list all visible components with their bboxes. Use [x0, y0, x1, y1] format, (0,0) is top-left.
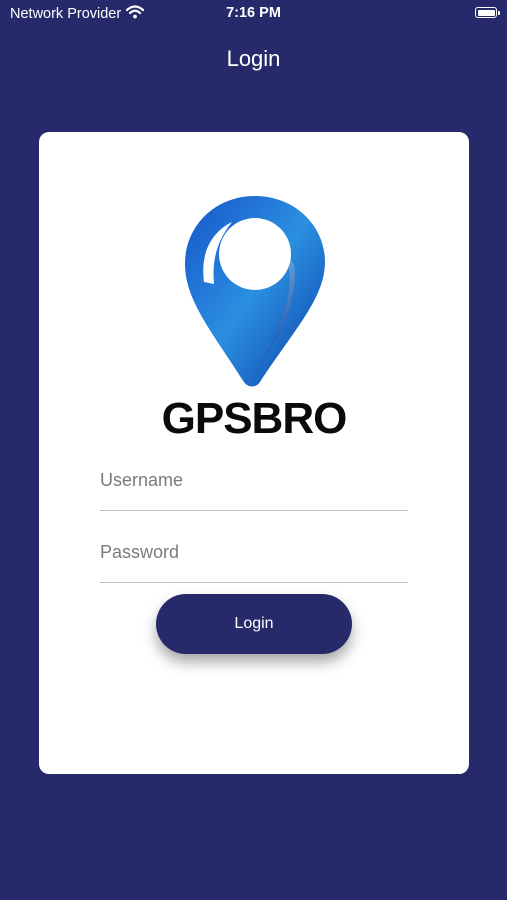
status-bar: Network Provider 7:16 PM: [0, 0, 507, 28]
login-card: GPSBRO Login: [39, 132, 469, 774]
password-input[interactable]: [100, 534, 408, 570]
username-input[interactable]: [100, 462, 408, 498]
map-pin-icon: [182, 192, 328, 390]
battery-cap: [498, 11, 500, 15]
page-title: Login: [226, 46, 281, 71]
username-field[interactable]: [100, 462, 408, 511]
battery-level: [477, 9, 495, 16]
status-time: 7:16 PM: [226, 5, 281, 21]
battery-icon: [475, 7, 497, 18]
login-button[interactable]: Login: [156, 594, 352, 654]
brand-logo-text: GPSBRO: [161, 394, 348, 443]
password-field[interactable]: [100, 534, 408, 583]
